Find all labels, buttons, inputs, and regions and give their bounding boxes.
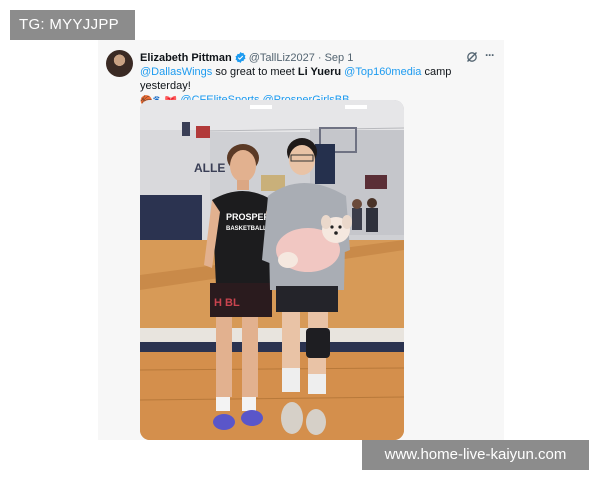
photo-scene: ALLE PROSPER BASKETBALL H BL: [140, 100, 404, 440]
mention-top160media[interactable]: @Top160media: [344, 66, 421, 78]
author-name[interactable]: Elizabeth Pittman: [140, 52, 232, 64]
tweet-header: Elizabeth Pittman @TallLiz2027 · Sep 1: [140, 50, 353, 65]
tweet-text-segment: so great to meet: [212, 66, 298, 78]
mention-dallaswings[interactable]: @DallasWings: [140, 66, 212, 78]
tweet-photo[interactable]: ALLE PROSPER BASKETBALL H BL: [140, 100, 404, 440]
grok-icon[interactable]: [466, 50, 478, 62]
shorts-text: H BL: [214, 297, 240, 309]
watermark-bottom: www.home-live-kaiyun.com: [362, 440, 589, 470]
watermark-top: TG: MYYJJPP: [10, 10, 135, 40]
tweet-line-1: @DallasWings so great to meet Li Yueru @…: [140, 65, 496, 93]
avatar[interactable]: [106, 50, 133, 77]
mentioned-player-name: Li Yueru: [297, 66, 342, 78]
shirt-subtext: BASKETBALL: [226, 226, 267, 232]
more-options-icon[interactable]: ···: [485, 49, 497, 61]
header-separator: ·: [317, 51, 322, 64]
tweet-card[interactable]: Elizabeth Pittman @TallLiz2027 · Sep 1 ·…: [98, 40, 504, 440]
verified-badge-icon: [235, 52, 246, 63]
tweet-date[interactable]: Sep 1: [325, 52, 354, 64]
author-handle[interactable]: @TallLiz2027: [249, 52, 315, 64]
wall-logo: ALLE: [194, 161, 225, 175]
shirt-text: PROSPER: [226, 212, 271, 222]
